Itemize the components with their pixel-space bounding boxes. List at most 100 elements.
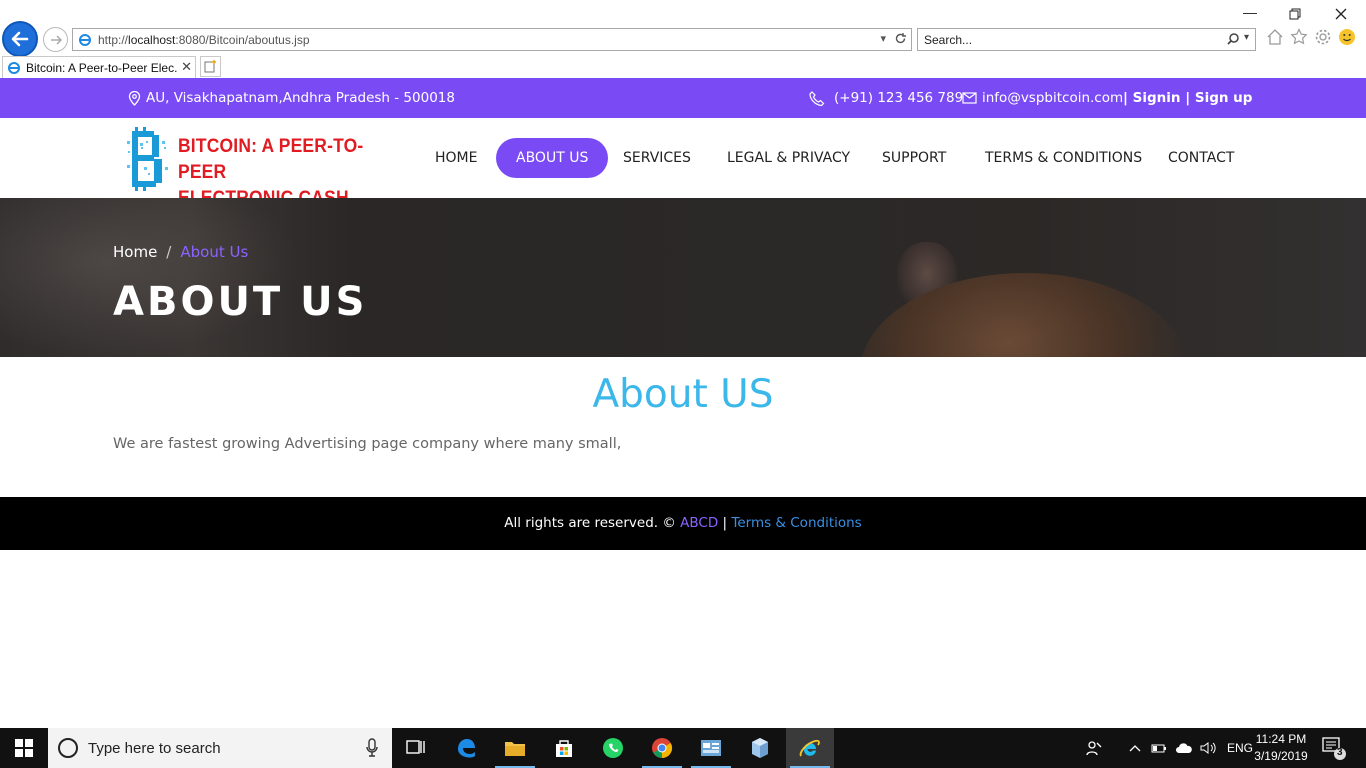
cortana-icon bbox=[58, 738, 78, 758]
store-button[interactable] bbox=[540, 728, 588, 768]
section-title: About US bbox=[592, 372, 774, 417]
start-button[interactable] bbox=[0, 728, 48, 768]
phone-text: (+91) 123 456 789 bbox=[834, 90, 964, 106]
search-icon[interactable] bbox=[1226, 32, 1240, 46]
control-panel-button[interactable] bbox=[687, 728, 735, 768]
arrow-right-icon bbox=[50, 34, 62, 45]
windows-logo-icon bbox=[15, 739, 33, 757]
minimize-icon[interactable]: — bbox=[1243, 4, 1257, 20]
control-panel-icon bbox=[701, 740, 721, 756]
whatsapp-icon bbox=[603, 738, 623, 758]
url-prefix: http:// bbox=[98, 32, 129, 47]
taskbar-search-placeholder: Type here to search bbox=[88, 739, 221, 757]
signin-link[interactable]: Signin bbox=[1133, 90, 1181, 106]
logo-line-1: BITCOIN: A PEER-TO-PEER bbox=[178, 136, 364, 183]
search-dropdown-icon[interactable]: ▾ bbox=[1244, 32, 1249, 46]
task-view-icon bbox=[406, 740, 425, 754]
ie-tab-icon bbox=[8, 61, 20, 74]
people-icon[interactable] bbox=[1085, 739, 1103, 757]
edge-icon bbox=[458, 739, 475, 758]
forward-button[interactable] bbox=[43, 27, 68, 52]
url-host: localhost bbox=[128, 32, 176, 47]
nav-terms-conditions[interactable]: TERMS & CONDITIONS bbox=[985, 138, 1142, 178]
nav-services[interactable]: SERVICES bbox=[623, 138, 691, 178]
nav-contact[interactable]: CONTACT bbox=[1168, 138, 1234, 178]
windows-taskbar: Type here to search ENG 11:24 PM 3/19/20… bbox=[0, 728, 1366, 768]
edge-button[interactable] bbox=[442, 728, 490, 768]
system-clock[interactable]: 11:24 PM 3/19/2019 bbox=[1250, 731, 1312, 765]
chevron-up-icon[interactable] bbox=[1129, 743, 1141, 753]
home-icon[interactable] bbox=[1266, 28, 1284, 46]
folder-icon bbox=[505, 742, 525, 756]
nav-support[interactable]: SUPPORT bbox=[882, 138, 946, 178]
back-button[interactable] bbox=[2, 21, 38, 57]
refresh-icon[interactable] bbox=[894, 32, 907, 45]
breadcrumb-separator: / bbox=[166, 243, 172, 261]
email-link[interactable]: info@vspbitcoin.com bbox=[982, 90, 1123, 106]
tab-bitcoin[interactable]: Bitcoin: A Peer-to-Peer Elec... ✕ bbox=[2, 56, 196, 78]
dropdown-arrow-icon[interactable]: ▾ bbox=[880, 32, 886, 45]
about-paragraph: We are fastest growing Advertising page … bbox=[113, 436, 622, 452]
footer-brand-link[interactable]: ABCD bbox=[680, 515, 718, 531]
file-explorer-button[interactable] bbox=[491, 728, 539, 768]
internet-explorer-icon bbox=[799, 739, 820, 757]
arrow-left-icon bbox=[11, 31, 29, 47]
ie-page-icon bbox=[79, 33, 91, 46]
gear-icon[interactable] bbox=[1314, 28, 1332, 46]
new-tab-icon bbox=[204, 60, 216, 73]
url-path: :8080/Bitcoin/aboutus.jsp bbox=[175, 32, 310, 47]
volume-icon[interactable] bbox=[1200, 741, 1218, 755]
store-bag-icon bbox=[556, 740, 572, 757]
restore-icon[interactable] bbox=[1289, 8, 1301, 20]
footer-separator: | bbox=[718, 515, 732, 531]
clock-time: 11:24 PM bbox=[1255, 732, 1307, 746]
tab-close-icon[interactable]: ✕ bbox=[181, 59, 192, 75]
chrome-icon bbox=[652, 738, 673, 759]
battery-icon[interactable] bbox=[1151, 742, 1167, 754]
footer-text: All rights are reserved. © ABCD | Terms … bbox=[0, 515, 1366, 531]
footer-terms-link[interactable]: Terms & Conditions bbox=[731, 515, 861, 531]
auth-separator: | bbox=[1123, 90, 1133, 106]
address-bar[interactable]: http://localhost:8080/Bitcoin/aboutus.js… bbox=[72, 28, 912, 51]
footer-copyright: All rights are reserved. © bbox=[504, 515, 681, 531]
map-pin-icon bbox=[128, 90, 141, 106]
signup-link[interactable]: Sign up bbox=[1195, 90, 1253, 106]
phone-icon bbox=[809, 90, 825, 106]
task-view-button[interactable] bbox=[392, 728, 440, 768]
new-tab-button[interactable] bbox=[200, 56, 221, 77]
internet-explorer-button[interactable] bbox=[786, 728, 834, 768]
mail-icon bbox=[962, 92, 977, 104]
browser-search-placeholder: Search... bbox=[924, 32, 973, 47]
cube-icon bbox=[752, 738, 768, 758]
auth-separator: | bbox=[1180, 90, 1195, 106]
close-icon[interactable] bbox=[1335, 8, 1347, 20]
clock-date: 3/19/2019 bbox=[1254, 749, 1308, 763]
whatsapp-button[interactable] bbox=[589, 728, 637, 768]
nav-legal-privacy[interactable]: LEGAL & PRIVACY bbox=[727, 138, 850, 178]
action-center-button[interactable]: 3 bbox=[1320, 736, 1346, 765]
nav-about-us[interactable]: ABOUT US bbox=[496, 138, 609, 178]
tab-title: Bitcoin: A Peer-to-Peer Elec... bbox=[26, 60, 178, 75]
favorites-star-icon[interactable] bbox=[1290, 28, 1308, 46]
notification-count: 3 bbox=[1337, 747, 1343, 758]
page-title: ABOUT US bbox=[113, 279, 368, 325]
hero-background-glow bbox=[0, 198, 300, 357]
app-cube-button[interactable] bbox=[736, 728, 784, 768]
breadcrumb-current: About Us bbox=[180, 243, 249, 261]
breadcrumb: Home / About Us bbox=[113, 243, 248, 261]
browser-chrome: http://localhost:8080/Bitcoin/aboutus.js… bbox=[0, 0, 1366, 78]
onedrive-cloud-icon[interactable] bbox=[1175, 742, 1193, 754]
address-text: AU, Visakhapatnam,Andhra Pradesh - 50001… bbox=[146, 90, 455, 106]
smiley-feedback-icon[interactable] bbox=[1338, 28, 1356, 46]
site-footer: All rights are reserved. © ABCD | Terms … bbox=[0, 497, 1366, 550]
contact-topbar: AU, Visakhapatnam,Andhra Pradesh - 50001… bbox=[0, 78, 1366, 118]
breadcrumb-home[interactable]: Home bbox=[113, 243, 157, 261]
site-logo[interactable]: BITCOIN: A PEER-TO-PEER ELECTRONIC CASH … bbox=[126, 127, 406, 235]
browser-search-box[interactable]: Search... ▾ bbox=[917, 28, 1256, 51]
system-tray: ENG bbox=[1085, 728, 1253, 768]
hero-banner bbox=[0, 198, 1366, 357]
taskbar-search-box[interactable]: Type here to search bbox=[48, 728, 392, 768]
microphone-icon[interactable] bbox=[366, 738, 378, 758]
nav-home[interactable]: HOME bbox=[435, 138, 477, 178]
chrome-button[interactable] bbox=[638, 728, 686, 768]
